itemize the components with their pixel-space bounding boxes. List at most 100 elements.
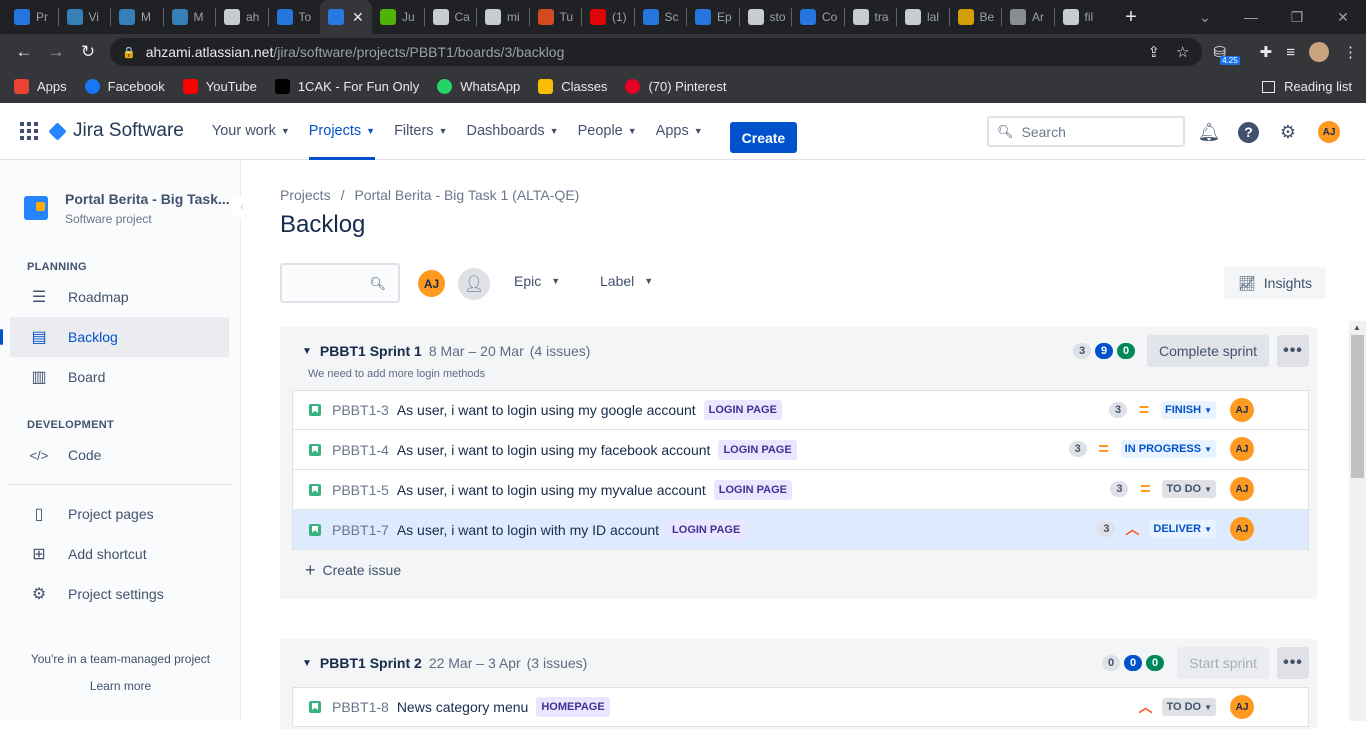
breadcrumb-projects[interactable]: Projects [280,187,331,203]
user-avatar[interactable]: AJ [1317,120,1341,144]
browser-tab[interactable]: M [111,0,163,34]
browser-tab[interactable]: mi [477,0,529,34]
sidebar-item-backlog[interactable]: ▤ Backlog [0,317,229,357]
bookmark-item[interactable]: YouTube [182,79,257,94]
help-icon[interactable]: ? [1238,121,1259,143]
assignee-avatar[interactable]: AJ [1230,477,1254,501]
assignee-avatar[interactable]: AJ [1230,398,1254,422]
assignee-avatar[interactable]: AJ [1230,517,1254,541]
breadcrumb-project[interactable]: Portal Berita - Big Task 1 (ALTA-QE) [354,187,579,203]
bookmark-item[interactable]: WhatsApp [437,79,520,94]
backlog-search-input[interactable]: 🔍︎ [280,263,400,303]
reload-icon[interactable]: ↻ [72,42,104,62]
close-window-icon[interactable]: ✕ [1320,9,1366,26]
insights-button[interactable]: 📈︎ Insights [1224,267,1326,299]
status-dropdown[interactable]: FINISH ▼ [1161,401,1216,419]
sidebar-item-code[interactable]: </> Code [0,435,229,475]
issue-key[interactable]: PBBT1-4 [332,442,389,458]
jira-logo[interactable]: Jira Software [48,120,184,142]
app-switcher-icon[interactable] [20,122,38,140]
issue-label[interactable]: LOGIN PAGE [703,400,782,420]
issue-row[interactable]: PBBT1-8 News category menu HOMEPAGE ︿ TO DO ▼… [292,687,1309,727]
notifications-icon[interactable]: 🔔︎ [1198,121,1221,143]
project-header[interactable]: Portal Berita - Big Task... Software pro… [0,160,240,226]
tab-close-icon[interactable]: ✕ [352,9,364,26]
extensions-puzzle-icon[interactable]: ✚ [1260,43,1273,61]
back-icon[interactable]: ← [8,42,40,62]
lock-icon[interactable]: 🔒 [122,46,136,59]
learn-more-link[interactable]: Learn more [0,679,241,693]
label-filter-dropdown[interactable]: Label ▼ [600,273,653,289]
issue-summary[interactable]: As user, i want to login using my google… [397,402,696,418]
assignee-avatar[interactable]: AJ [1230,437,1254,461]
reading-list[interactable]: Reading list [1262,79,1352,94]
extension-icon[interactable]: ⛁4.25 [1214,43,1246,65]
sidebar-item-roadmap[interactable]: ☰ Roadmap [0,277,229,317]
create-button[interactable]: Create [729,122,798,153]
issue-row[interactable]: PBBT1-4 As user, i want to login using my… [292,430,1309,470]
issue-row[interactable]: PBBT1-3 As user, i want to login using my… [292,390,1309,430]
browser-tab[interactable]: Vi [59,0,111,34]
profile-avatar-icon[interactable] [1309,42,1329,62]
minimize-icon[interactable]: — [1228,9,1274,25]
create-issue-button[interactable]: + Create issue [280,550,1317,590]
nav-filters[interactable]: Filters ▼ [394,103,447,160]
add-people-icon[interactable]: 👤︎ [458,268,490,300]
new-tab-icon[interactable]: + [1116,6,1146,29]
forward-icon[interactable]: → [40,42,72,62]
assignee-avatar[interactable]: AJ [1230,695,1254,719]
browser-tab[interactable]: ✕ [320,0,372,34]
status-dropdown[interactable]: IN PROGRESS ▼ [1120,440,1216,458]
sidebar-item-board[interactable]: ▥ Board [0,357,229,397]
bookmark-item[interactable]: (70) Pinterest [625,79,726,94]
more-actions-icon[interactable]: ••• [1277,335,1309,367]
browser-tab[interactable]: tra [845,0,897,34]
browser-tab[interactable]: Ar [1002,0,1054,34]
issue-summary[interactable]: As user, i want to login using my myvalu… [397,482,706,498]
browser-tab[interactable]: (1) [582,0,634,34]
browser-tab[interactable]: Co [792,0,844,34]
browser-tab[interactable]: Ep [687,0,739,34]
nav-people[interactable]: People ▼ [578,103,637,160]
browser-tab[interactable]: Ju [372,0,424,34]
collapse-sidebar-icon[interactable]: ‹ [231,196,253,218]
status-dropdown[interactable]: DELIVER ▼ [1149,520,1216,538]
tab-search-icon[interactable]: ⌄ [1182,9,1228,26]
browser-tab[interactable]: To [269,0,321,34]
issue-key[interactable]: PBBT1-5 [332,482,389,498]
share-icon[interactable]: ⇪ [1147,43,1160,61]
issue-summary[interactable]: As user, i want to login with my ID acco… [397,522,659,538]
epic-filter-dropdown[interactable]: Epic ▼ [514,273,560,289]
story-points-badge[interactable]: 3 [1109,402,1128,418]
sidebar-item-add-shortcut[interactable]: ⊞ Add shortcut [0,534,229,574]
address-bar[interactable]: 🔒 ahzami.atlassian.net /jira/software/pr… [110,38,1202,66]
browser-tab[interactable]: Pr [6,0,58,34]
menu-dots-icon[interactable]: ⋮ [1343,43,1358,61]
browser-tab[interactable]: lal [897,0,949,34]
status-dropdown[interactable]: TO DO ▼ [1162,698,1216,716]
browser-tab[interactable]: Ca [425,0,477,34]
nav-your-work[interactable]: Your work ▼ [212,103,290,160]
bookmark-item[interactable]: 1CAK - For Fun Only [274,79,419,94]
issue-label[interactable]: LOGIN PAGE [667,519,746,540]
browser-tab[interactable]: Be [950,0,1002,34]
more-actions-icon[interactable]: ••• [1277,647,1309,679]
search-input[interactable]: 🔍︎ Search [987,116,1185,147]
story-points-badge[interactable]: 3 [1068,441,1087,457]
issue-summary[interactable]: As user, i want to login using my facebo… [397,442,711,458]
bookmark-item[interactable]: Classes [538,79,607,94]
issue-row[interactable]: PBBT1-7 As user, i want to login with my … [292,510,1309,550]
chevron-down-icon[interactable]: ▼ [302,658,312,669]
story-points-badge[interactable]: 3 [1110,481,1129,497]
sprint-header[interactable]: ▼ PBBT1 Sprint 2 22 Mar – 3 Apr (3 issues) 0… [280,639,1317,687]
bookmark-item[interactable]: Apps [14,79,67,94]
status-dropdown[interactable]: TO DO ▼ [1162,480,1216,498]
browser-tab[interactable]: M [164,0,216,34]
settings-gear-icon[interactable]: ⚙ [1277,121,1299,143]
bookmark-item[interactable]: Facebook [84,79,165,94]
issue-row[interactable]: PBBT1-5 As user, i want to login using my… [292,470,1309,510]
issue-summary[interactable]: News category menu [397,699,529,715]
issue-key[interactable]: PBBT1-8 [332,699,389,715]
browser-tab[interactable]: ah [216,0,268,34]
story-points-badge[interactable]: 3 [1097,521,1116,537]
